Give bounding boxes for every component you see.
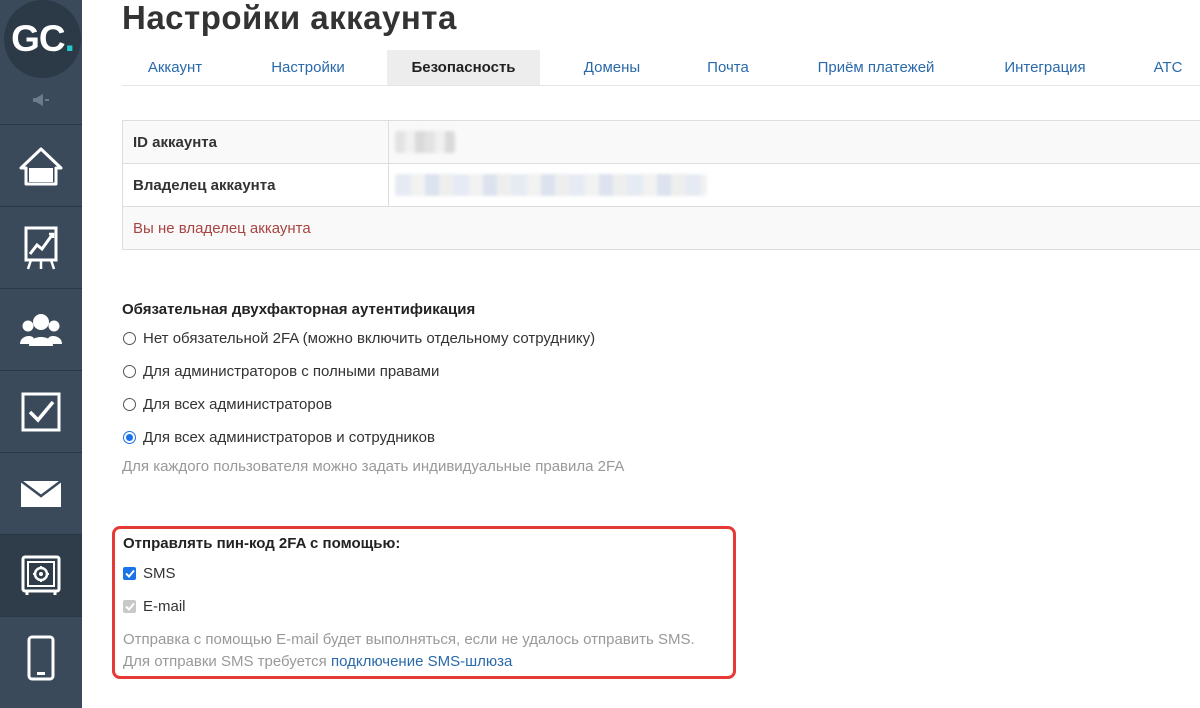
radio-label: Для всех администраторов и сотрудников — [143, 429, 435, 446]
sidebar-item-reports[interactable] — [0, 206, 82, 288]
table-row: Владелец аккаунта — [122, 163, 1200, 207]
radio-button[interactable] — [123, 365, 136, 378]
users-icon — [20, 313, 62, 346]
redacted-value — [395, 131, 455, 153]
twofa-option-all-admins[interactable]: Для всех администраторов — [122, 388, 822, 421]
logo-dot: . — [64, 18, 75, 59]
chart-icon — [24, 226, 58, 269]
email-label: E-mail — [143, 598, 186, 615]
sidebar-item-mail[interactable] — [0, 452, 82, 534]
account-info-table: ID аккаунта Владелец аккаунта Вы не влад… — [122, 120, 1200, 250]
pin-title: Отправлять пин-код 2FA с помощью: — [123, 535, 401, 552]
sidebar: GC. — [0, 0, 82, 708]
radio-button[interactable] — [123, 398, 136, 411]
tab-ats[interactable]: АТС — [1148, 50, 1188, 85]
tab-mail[interactable]: Почта — [693, 50, 763, 85]
sms-gateway-link[interactable]: подключение SMS-шлюза — [331, 653, 512, 670]
tab-settings[interactable]: Настройки — [258, 50, 358, 85]
radio-button[interactable] — [123, 332, 136, 345]
redacted-value — [395, 174, 707, 196]
sms-label: SMS — [143, 565, 176, 582]
sms-checkbox[interactable] — [123, 567, 136, 580]
twofa-hint: Для каждого пользователя можно задать ин… — [122, 458, 625, 475]
safe-icon — [21, 555, 61, 595]
radio-label: Нет обязательной 2FA (можно включить отд… — [143, 330, 596, 347]
tab-integration[interactable]: Интеграция — [995, 50, 1095, 85]
radio-button-selected[interactable] — [123, 431, 136, 444]
checkbox-icon — [21, 392, 61, 431]
twofa-option-full-admins[interactable]: Для администраторов с полными правами — [122, 355, 822, 388]
pin-option-email: E-mail — [123, 590, 728, 623]
checkmark-icon — [124, 602, 135, 611]
tab-domains[interactable]: Домены — [572, 50, 652, 85]
twofa-option-none[interactable]: Нет обязательной 2FA (можно включить отд… — [122, 322, 822, 355]
radio-label: Для всех администраторов — [143, 396, 333, 413]
pin-delivery-section: Отправлять пин-код 2FA с помощью: SMS E-… — [123, 531, 728, 673]
sidebar-item-users[interactable] — [0, 288, 82, 370]
tab-security[interactable]: Безопасность — [387, 50, 540, 85]
twofa-title: Обязательная двухфакторная аутентификаци… — [122, 301, 476, 318]
megaphone-icon[interactable] — [0, 88, 82, 112]
twofa-section: Обязательная двухфакторная аутентификаци… — [122, 298, 822, 480]
tab-account[interactable]: Аккаунт — [122, 50, 228, 85]
account-owner-value — [388, 163, 1200, 207]
sms-gateway-note-text: Для отправки SMS требуется — [123, 653, 327, 670]
tabs: Аккаунт Настройки Безопасность Домены По… — [122, 50, 1200, 86]
logo-text: GC — [11, 18, 65, 59]
page-title: Настройки аккаунта — [122, 0, 457, 36]
account-id-value — [388, 120, 1200, 164]
logo[interactable]: GC. — [4, 0, 81, 78]
sidebar-item-home[interactable] — [0, 124, 82, 206]
table-row: ID аккаунта — [122, 120, 1200, 164]
sidebar-item-mobile[interactable] — [0, 616, 82, 698]
sidebar-item-settings[interactable] — [0, 534, 82, 616]
sidebar-item-tasks[interactable] — [0, 370, 82, 452]
mail-icon — [20, 479, 62, 507]
phone-icon — [27, 635, 55, 680]
table-row: Вы не владелец аккаунта — [122, 206, 1200, 250]
pin-delivery-highlight: Отправлять пин-код 2FA с помощью: SMS E-… — [112, 526, 736, 679]
radio-label: Для администраторов с полными правами — [143, 363, 440, 380]
sms-gateway-note: Для отправки SMS требуется подключение S… — [123, 651, 728, 673]
twofa-option-admins-and-staff[interactable]: Для всех администраторов и сотрудников — [122, 421, 822, 454]
home-icon — [19, 147, 63, 185]
pin-option-sms[interactable]: SMS — [123, 557, 728, 590]
account-owner-label: Владелец аккаунта — [122, 163, 389, 207]
email-checkbox — [123, 600, 136, 613]
email-fallback-note: Отправка с помощью E-mail будет выполнят… — [123, 631, 695, 648]
checkmark-icon — [124, 569, 135, 578]
account-id-label: ID аккаунта — [122, 120, 389, 164]
tab-payments[interactable]: Приём платежей — [807, 50, 945, 85]
not-owner-warning: Вы не владелец аккаунта — [122, 206, 1200, 250]
